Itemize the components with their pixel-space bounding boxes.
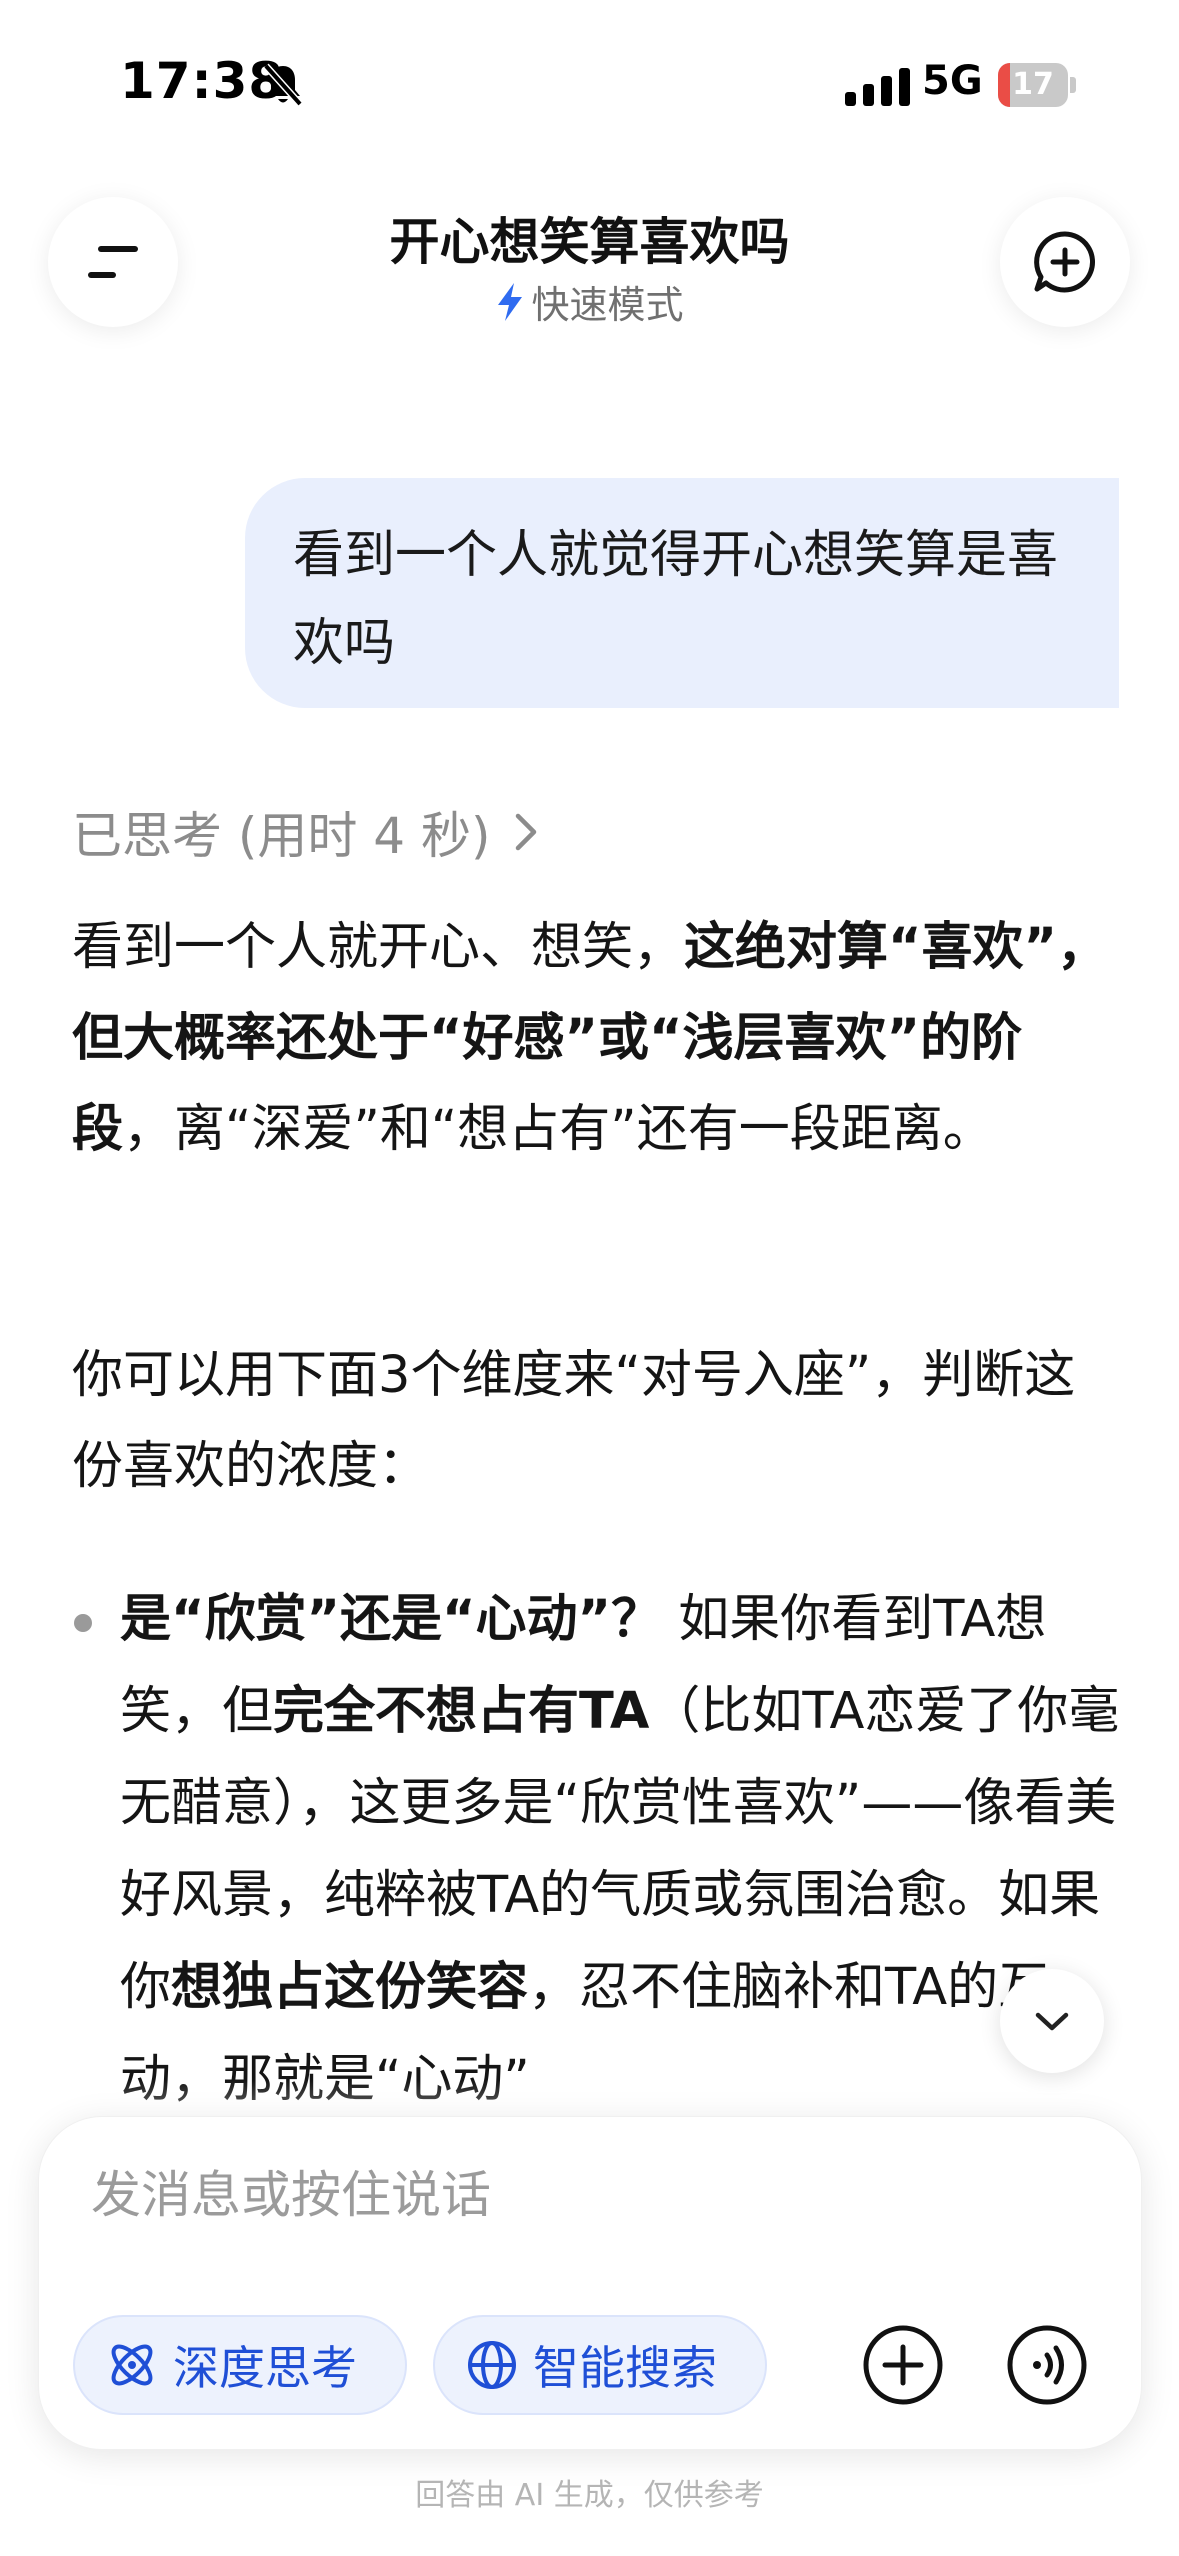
atom-icon [111, 2344, 153, 2386]
chevron-down-icon [1035, 2012, 1069, 2031]
status-bar: 17:38 5G 17 [0, 0, 1179, 150]
lightning-icon [498, 282, 523, 321]
mode-indicator[interactable]: 快速模式 [0, 274, 1179, 329]
new-chat-button[interactable] [1000, 197, 1130, 327]
deep-think-label: 深度思考 [173, 2341, 357, 2395]
message-input[interactable] [91, 2155, 991, 2235]
bullet-emphasis: 想独占这份笑容 [171, 1958, 529, 2017]
bullet-heading: 是“欣赏”还是“心动”？ [120, 1590, 663, 1649]
smart-search-label: 智能搜索 [533, 2341, 717, 2395]
ai-disclaimer: 回答由 AI 生成，仅供参考 [415, 2478, 764, 2513]
smart-search-button[interactable]: 智能搜索 [433, 2315, 767, 2415]
mode-label: 快速模式 [531, 283, 684, 327]
globe-icon [468, 2341, 516, 2389]
signal-icon [845, 66, 911, 106]
battery-level: 17 [1012, 67, 1054, 102]
deep-think-button[interactable]: 深度思考 [73, 2315, 407, 2415]
bullet-emphasis: 完全不想占有TA [273, 1682, 650, 1741]
answer-text: 看到一个人就开心、想笑， [72, 918, 685, 977]
battery-indicator: 17 [998, 63, 1076, 107]
voice-call-button[interactable] [1005, 2323, 1089, 2407]
answer-paragraph-1: 看到一个人就开心、想笑，这绝对算“喜欢”，但大概率还处于“好感”或“浅层喜欢”的… [72, 902, 1112, 1175]
thought-toggle[interactable]: 已思考 (用时 4 秒) [72, 796, 539, 868]
network-label: 5G [922, 58, 983, 104]
scroll-to-bottom-button[interactable] [1000, 1969, 1104, 2073]
answer-text: ，离“深爱”和“想占有”还有一段距离。 [123, 1100, 994, 1159]
new-chat-icon [1034, 231, 1096, 293]
add-attachment-button[interactable] [861, 2323, 945, 2407]
bullet-dot [74, 1614, 92, 1632]
bell-slash-icon [262, 62, 304, 108]
user-message-text: 看到一个人就觉得开心想笑算是喜欢吗 [293, 526, 1059, 673]
status-time: 17:38 [120, 52, 285, 110]
thought-label: 已思考 (用时 4 秒) [72, 807, 491, 865]
chevron-right-icon [515, 813, 536, 851]
bullet-text: 是“欣赏”还是“心动”？ 如果你看到TA想笑，但完全不想占有TA（比如TA恋爱了… [120, 1574, 1120, 2126]
answer-paragraph-2: 你可以用下面3个维度来“对号入座”，判断这份喜欢的浓度： [72, 1346, 1076, 1496]
voice-wave-icon [1007, 2325, 1087, 2405]
user-message-bubble[interactable]: 看到一个人就觉得开心想笑算是喜欢吗 [245, 478, 1119, 708]
composer: 深度思考 智能搜索 [38, 2116, 1142, 2450]
plus-circle-icon [863, 2325, 943, 2405]
